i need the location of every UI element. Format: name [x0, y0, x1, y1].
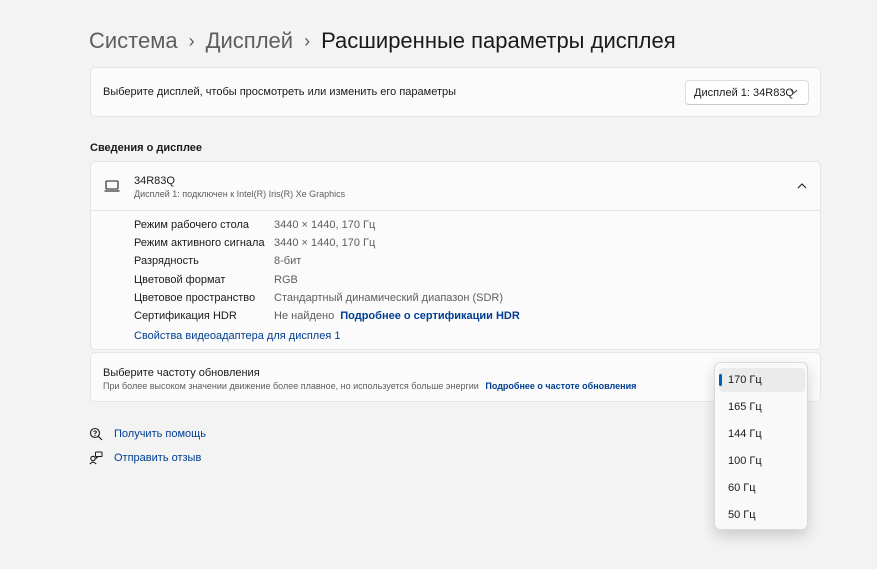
prop-label: Режим рабочего стола — [134, 219, 250, 231]
page-title: Расширенные параметры дисплея — [321, 28, 676, 53]
display-info-header[interactable]: 34R83Q Дисплей 1: подключен к Intel(R) I… — [91, 162, 820, 211]
refresh-rate-option[interactable]: 100 Гц — [719, 449, 805, 473]
display-dropdown[interactable]: Дисплей 1: 34R83Q — [685, 80, 809, 105]
prop-label: Цветовой формат — [134, 274, 226, 286]
refresh-rate-dropdown-list: 170 Гц 165 Гц 144 Гц 100 Гц 60 Гц 50 Гц — [714, 362, 808, 530]
breadcrumb: Система › Дисплей › Расширенные параметр… — [89, 26, 676, 56]
prop-label: Разрядность — [134, 255, 199, 267]
monitor-connection: Дисплей 1: подключен к Intel(R) Iris(R) … — [134, 189, 346, 199]
prop-value-with-link: Не найдено Подробнее о сертификации HDR — [274, 310, 520, 322]
prop-label: Цветовое пространство — [134, 292, 256, 304]
refresh-rate-description: При более высоком значении движение боле… — [103, 381, 636, 391]
adapter-properties-link[interactable]: Свойства видеоадаптера для дисплея 1 — [134, 330, 340, 342]
breadcrumb-separator: › — [304, 31, 311, 51]
breadcrumb-separator: › — [188, 31, 195, 51]
refresh-rate-description-text: При более высоком значении движение боле… — [103, 381, 479, 391]
monitor-name: 34R83Q — [134, 175, 175, 187]
refresh-rate-option-selected[interactable]: 170 Гц — [719, 368, 805, 392]
get-help-label: Получить помощь — [114, 428, 206, 440]
prop-value: Стандартный динамический диапазон (SDR) — [274, 292, 504, 304]
refresh-rate-option[interactable]: 144 Гц — [719, 422, 805, 446]
prop-value: 8-бит — [274, 255, 302, 267]
chevron-down-icon — [790, 89, 798, 94]
refresh-rate-card: Выберите частоту обновления При более вы… — [90, 352, 821, 402]
get-help-link[interactable]: Получить помощь — [89, 427, 206, 441]
prop-value: Не найдено — [274, 310, 335, 322]
chevron-up-icon[interactable] — [794, 179, 810, 193]
section-title-display-info: Сведения о дисплее — [90, 142, 203, 154]
help-icon — [89, 427, 103, 441]
display-dropdown-value: Дисплей 1: 34R83Q — [694, 87, 794, 99]
refresh-rate-title: Выберите частоту обновления — [103, 367, 260, 379]
breadcrumb-item-system[interactable]: Система — [89, 26, 178, 56]
prop-value: 3440 × 1440, 170 Гц — [274, 219, 376, 231]
breadcrumb-item-display[interactable]: Дисплей — [206, 26, 293, 56]
prop-value: 3440 × 1440, 170 Гц — [274, 237, 376, 249]
feedback-icon — [89, 451, 103, 465]
send-feedback-label: Отправить отзыв — [114, 452, 202, 464]
laptop-icon — [104, 180, 120, 192]
refresh-rate-option[interactable]: 165 Гц — [719, 395, 805, 419]
prop-label: Режим активного сигнала — [134, 237, 265, 249]
display-select-card: Выберите дисплей, чтобы просмотреть или … — [90, 67, 821, 117]
prop-value: RGB — [274, 274, 298, 286]
prop-label: Сертификация HDR — [134, 310, 237, 322]
display-info-card: 34R83Q Дисплей 1: подключен к Intel(R) I… — [90, 161, 821, 350]
send-feedback-link[interactable]: Отправить отзыв — [89, 451, 201, 465]
refresh-rate-learn-more-link[interactable]: Подробнее о частоте обновления — [485, 381, 636, 391]
display-select-description: Выберите дисплей, чтобы просмотреть или … — [103, 86, 457, 98]
refresh-rate-option[interactable]: 60 Гц — [719, 476, 805, 500]
refresh-rate-option[interactable]: 50 Гц — [719, 503, 805, 527]
hdr-certification-link[interactable]: Подробнее о сертификации HDR — [340, 310, 520, 322]
